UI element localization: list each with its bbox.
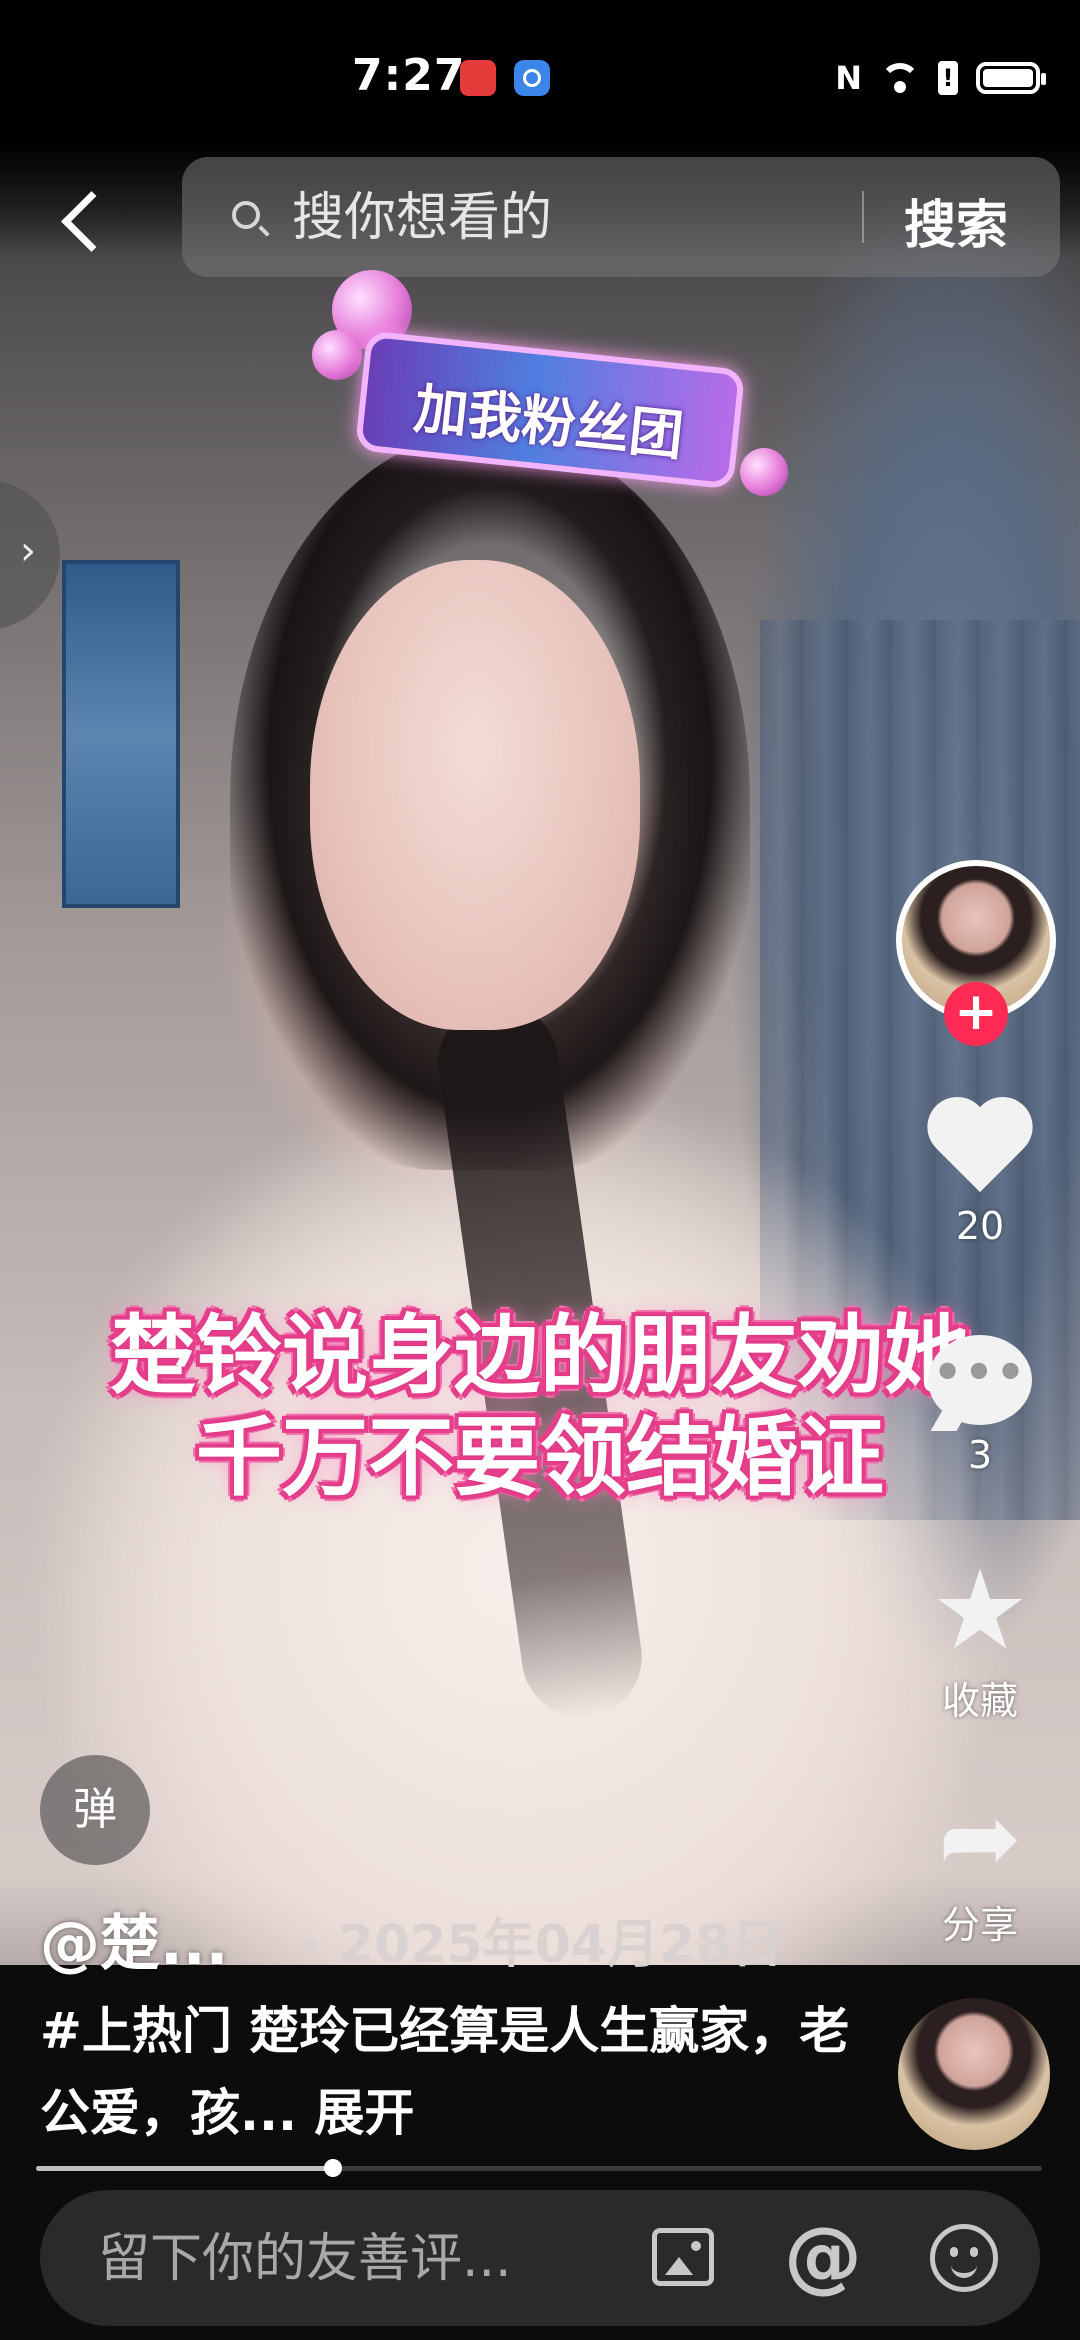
mention-icon[interactable]: @ [784,2212,862,2302]
disco-ball-icon [312,330,362,380]
search-input[interactable] [290,187,814,249]
favorite-button[interactable]: ★ 收藏 [910,1546,1050,1725]
background-painting [62,560,180,908]
like-count: 20 [955,1204,1005,1248]
video-subject-face [310,560,640,1030]
comment-count: 3 [967,1433,993,1477]
alert-icon: ! [938,61,958,95]
video-progress-fill [36,2166,333,2171]
follow-button[interactable]: + [944,982,1008,1046]
share-label: 分享 [941,1903,1018,1947]
post-description[interactable]: #上热门 楚玲已经算是人生赢家，老公爱，孩... 展开 [40,1990,890,2154]
expand-button[interactable]: 展开 [314,2084,414,2142]
disco-ball-icon [740,448,788,496]
description-text: #上热门 楚玲已经算是人生赢家，老公爱，孩... [40,2002,850,2142]
search-divider [862,191,864,243]
heart-icon [928,1100,1032,1196]
notification-app-icon [514,60,550,96]
comment-input[interactable] [96,2228,620,2290]
status-icons: N ! [835,56,1046,100]
like-button[interactable]: 20 [910,1100,1050,1248]
nfc-icon: N [835,59,862,97]
huawei-app-icon [460,60,496,96]
music-disc-avatar[interactable] [898,1998,1050,2150]
star-icon: ★ [930,1546,1030,1674]
danmaku-toggle-button[interactable]: 弹 [40,1755,150,1865]
comment-bubble-icon: ••• [928,1335,1032,1425]
share-button[interactable]: ➦ 分享 [910,1779,1050,1949]
wifi-icon [880,63,920,93]
emoji-icon[interactable] [930,2224,998,2292]
share-arrow-icon: ➦ [938,1779,1022,1896]
status-bar: 7:27 N ! [0,0,1080,150]
comment-dots: ••• [932,1345,1028,1399]
clock: 7:27 [352,50,466,101]
search-icon [232,201,260,229]
favorite-label: 收藏 [941,1679,1018,1723]
back-button[interactable] [52,180,112,260]
search-button[interactable]: 搜索 [904,183,1008,258]
image-icon[interactable] [652,2228,714,2286]
search-bar[interactable]: 搜索 [182,157,1060,277]
battery-icon [976,62,1046,94]
author-name[interactable]: @楚... [40,1895,228,1982]
post-date: · 2025年04月28日 [300,1915,784,1975]
comment-bar: @ [40,2190,1040,2326]
chevron-right-icon: › [20,528,36,574]
video-progress-bar[interactable] [36,2159,1042,2177]
video-progress-thumb[interactable] [323,2159,342,2177]
comment-button[interactable]: ••• 3 [910,1335,1050,1477]
